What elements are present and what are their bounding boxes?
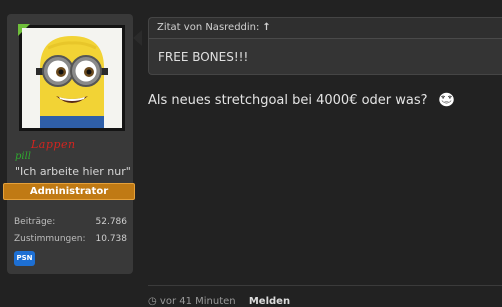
stat-label: Beiträge: <box>14 217 56 227</box>
quote-block: Zitat von Nasreddin: ↑ FREE BONES!!! <box>148 17 502 75</box>
trollface-icon <box>438 91 455 108</box>
quote-header: Zitat von Nasreddin: ↑ <box>149 18 502 39</box>
psn-icon[interactable]: PSN <box>14 251 35 266</box>
username-subline: pill <box>15 151 31 162</box>
stat-value[interactable]: 10.738 <box>96 234 128 244</box>
message-pointer-icon <box>133 30 142 46</box>
stat-value[interactable]: 52.786 <box>96 217 128 227</box>
message-text: Als neues stretchgoal bei 4000€ oder was… <box>148 93 428 108</box>
up-arrow-icon[interactable]: ↑ <box>262 18 270 38</box>
stat-label: Zustimmungen: <box>14 234 86 244</box>
post-divider <box>148 285 502 286</box>
quote-author: Zitat von Nasreddin: <box>157 22 260 33</box>
avatar[interactable] <box>18 24 125 131</box>
quote-text: FREE BONES!!! <box>158 50 249 64</box>
role-badge: Administrator <box>3 183 135 200</box>
user-title: "Ich arbeite hier nur" <box>15 165 131 178</box>
minion-avatar-icon <box>22 28 122 128</box>
user-info-card: Lappen pill "Ich arbeite hier nur" Admin… <box>3 14 135 274</box>
username[interactable]: Lappen <box>31 138 76 151</box>
